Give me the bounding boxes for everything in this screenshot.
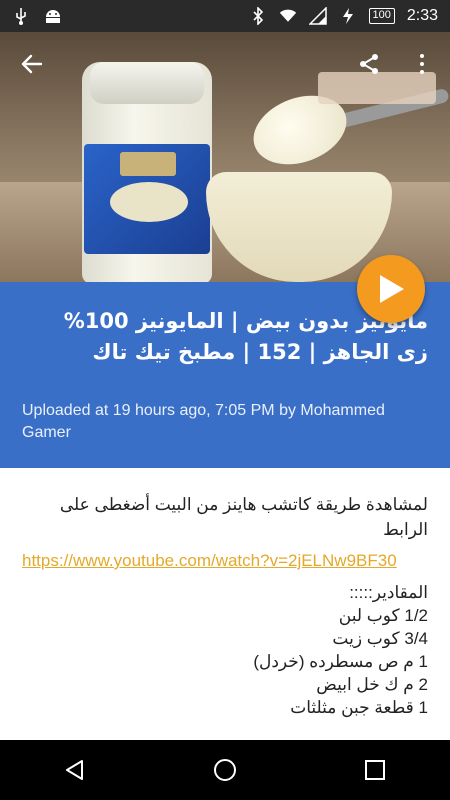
signal-icon	[308, 7, 327, 25]
charging-icon	[339, 7, 357, 25]
ingredient-item: 3/4 كوب زيت	[332, 629, 428, 648]
video-description: لمشاهدة طريقة كاتشب هاينز من البيت أضغطى…	[0, 468, 450, 740]
video-title: مايونيز بدون بيض | المايونيز 100% زى الج…	[63, 309, 428, 364]
ingredient-item: 1/2 كوب لبن	[338, 606, 428, 625]
back-button[interactable]	[18, 50, 46, 78]
share-button[interactable]	[357, 52, 381, 76]
navigation-bar	[0, 740, 450, 800]
thumbnail-brand-badge	[120, 152, 176, 176]
app-bar	[0, 36, 450, 92]
more-options-button[interactable]	[412, 52, 432, 76]
ingredient-item: 2 م ك خل ابيض	[316, 675, 428, 694]
android-icon	[44, 7, 62, 25]
ingredients-list: المقادير::::: 1/2 كوب لبن 3/4 كوب زيت 1 …	[22, 581, 428, 719]
battery-indicator: 100	[368, 8, 395, 24]
usb-icon	[12, 7, 30, 25]
dot-icon	[420, 70, 424, 74]
description-intro: لمشاهدة طريقة كاتشب هاينز من البيت أضغطى…	[59, 495, 428, 539]
upload-info: Uploaded at 19 hours ago, 7:05 PM by Moh…	[22, 402, 385, 441]
share-icon	[360, 54, 378, 74]
status-bar: 100 2:33	[0, 0, 450, 32]
play-button[interactable]	[357, 255, 425, 323]
back-nav-icon	[66, 760, 83, 780]
dot-icon	[420, 54, 424, 58]
ingredient-item: 1 قطعة جبن مثلثات	[290, 698, 428, 717]
nav-recents-button[interactable]	[355, 750, 395, 790]
arrow-left-icon	[21, 54, 43, 74]
ingredient-item: 1 م ص مسطرده (خردل)	[253, 652, 428, 671]
wifi-icon	[279, 7, 297, 25]
description-link[interactable]: https://www.youtube.com/watch?v=2jELNw9B…	[22, 548, 428, 573]
play-icon	[380, 275, 404, 303]
nav-home-button[interactable]	[205, 750, 245, 790]
home-nav-icon	[214, 759, 236, 781]
ingredients-heading: المقادير:::::	[349, 583, 428, 602]
nav-back-button[interactable]	[55, 750, 95, 790]
clock: 2:33	[406, 7, 438, 24]
thumbnail-mayo-logo	[110, 182, 188, 222]
dot-icon	[420, 62, 424, 66]
recents-nav-icon	[365, 760, 385, 780]
bluetooth-icon	[249, 7, 267, 25]
